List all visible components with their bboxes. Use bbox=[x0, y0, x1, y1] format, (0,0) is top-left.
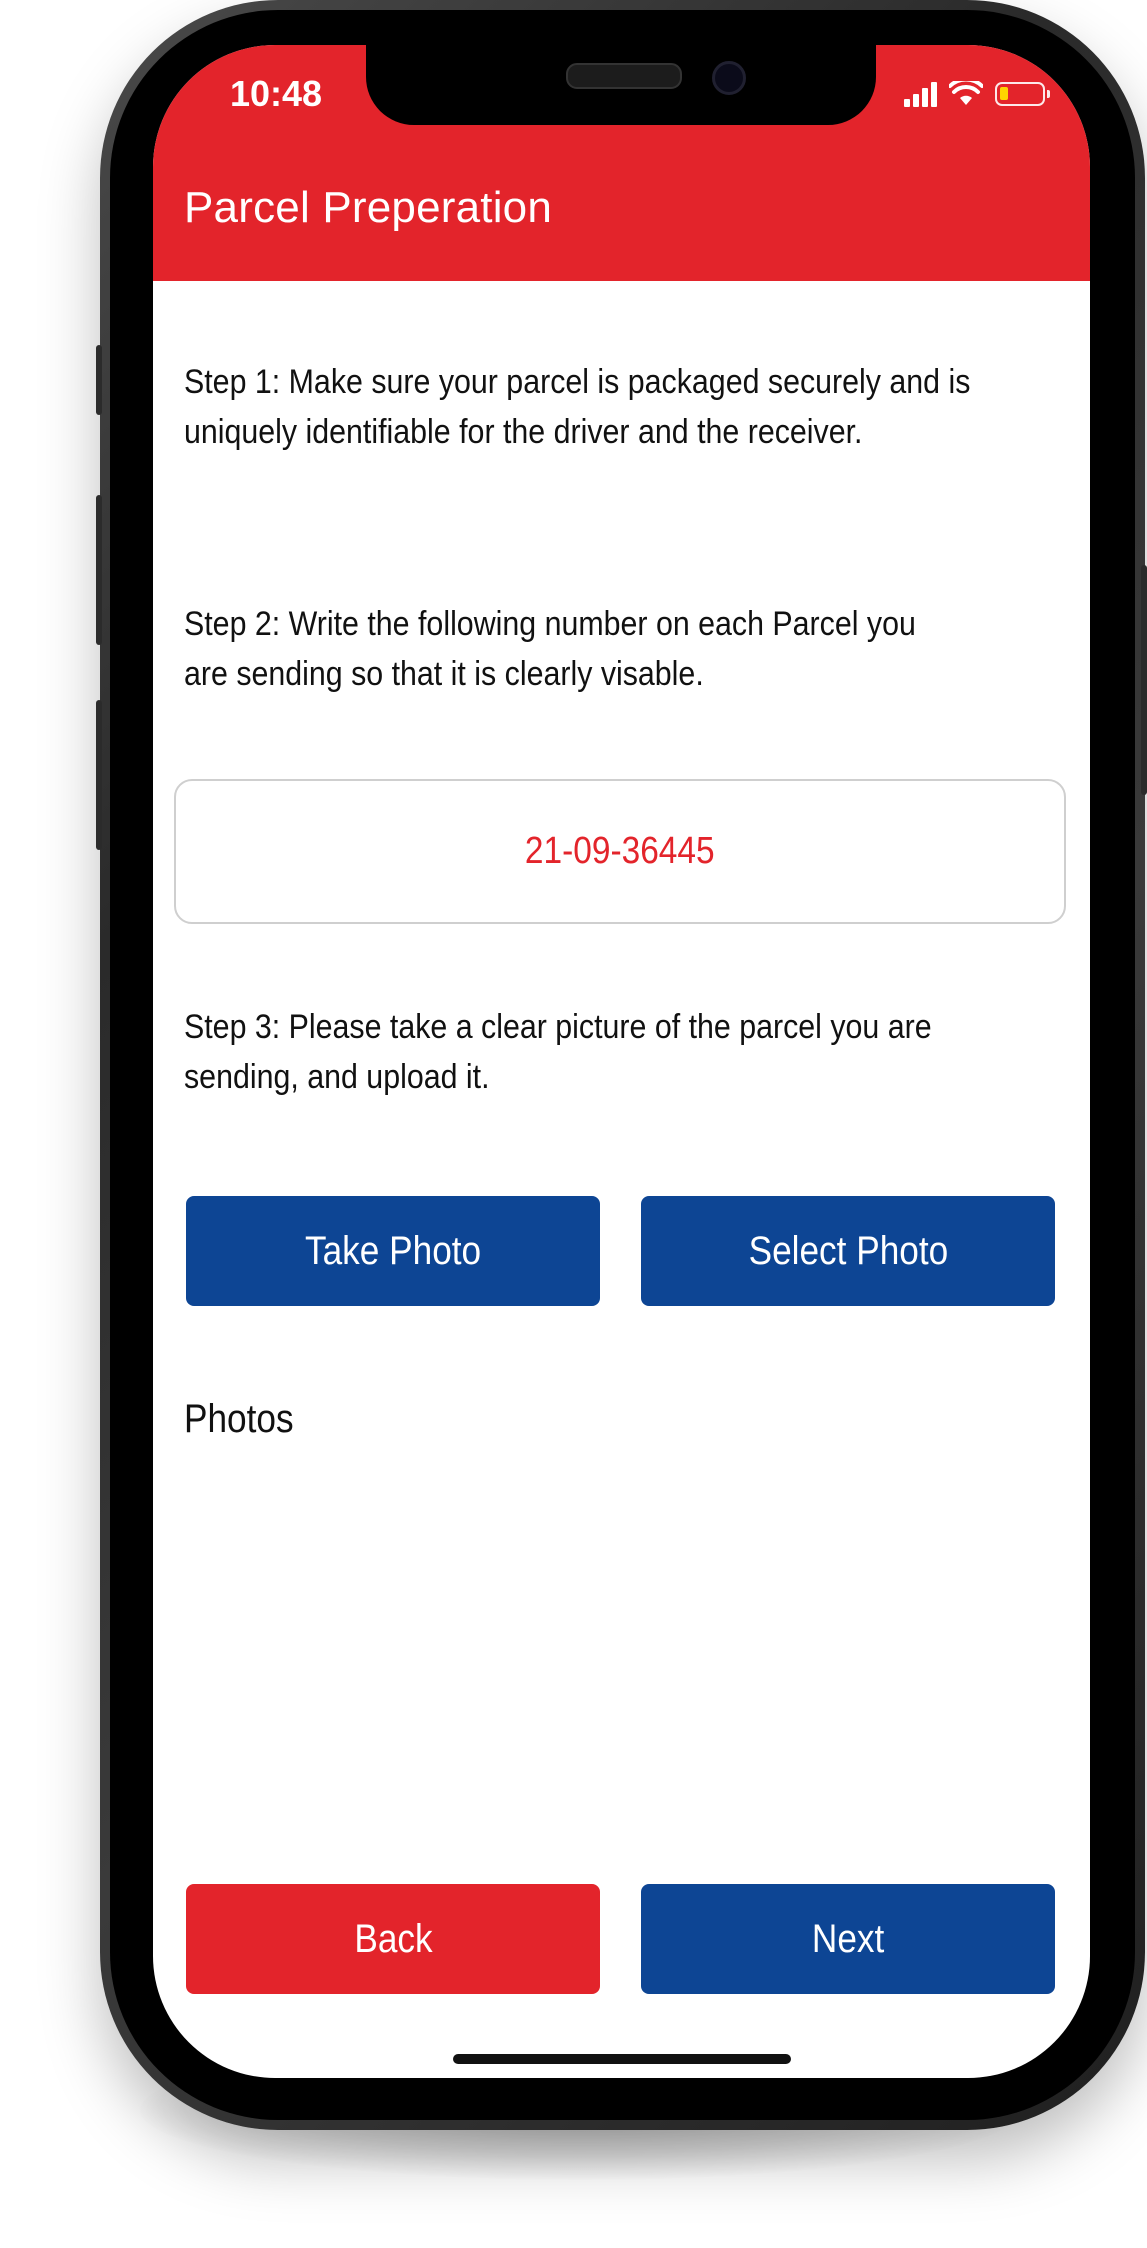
parcel-number-box: 21-09-36445 bbox=[174, 779, 1066, 924]
back-label: Back bbox=[353, 1916, 433, 1961]
signal-icon bbox=[904, 81, 937, 107]
power-button bbox=[1141, 565, 1147, 795]
photos-heading: Photos bbox=[184, 1397, 294, 1441]
battery-icon bbox=[995, 82, 1050, 106]
parcel-number: 21-09-36445 bbox=[525, 830, 715, 872]
status-time: 10:48 bbox=[230, 73, 323, 114]
take-photo-label: Take Photo bbox=[304, 1228, 482, 1273]
battery-level bbox=[1000, 87, 1008, 100]
next-button[interactable]: Next bbox=[641, 1884, 1055, 1994]
photos-gallery bbox=[184, 1465, 1064, 1845]
select-photo-label: Select Photo bbox=[748, 1228, 948, 1273]
step-3-text: Step 3: Please take a clear picture of t… bbox=[184, 1008, 932, 1096]
battery-tip bbox=[1047, 90, 1050, 98]
next-label: Next bbox=[811, 1916, 885, 1961]
device-notch bbox=[366, 45, 876, 125]
status-icons bbox=[904, 79, 1050, 109]
back-button[interactable]: Back bbox=[186, 1884, 600, 1994]
home-indicator[interactable] bbox=[453, 2054, 791, 2064]
wifi-icon bbox=[949, 81, 983, 105]
app-screen: 10:48 Parcel Preperation Step 1: Make su… bbox=[153, 45, 1090, 2078]
mute-switch bbox=[96, 345, 102, 415]
volume-down-button bbox=[96, 700, 102, 850]
page-title: Parcel Preperation bbox=[184, 183, 553, 232]
step-1-text: Step 1: Make sure your parcel is package… bbox=[184, 363, 971, 451]
step-2-text: Step 2: Write the following number on ea… bbox=[184, 605, 916, 693]
front-camera bbox=[712, 61, 746, 95]
speaker-grille bbox=[566, 63, 682, 89]
volume-up-button bbox=[96, 495, 102, 645]
take-photo-button[interactable]: Take Photo bbox=[186, 1196, 600, 1306]
select-photo-button[interactable]: Select Photo bbox=[641, 1196, 1055, 1306]
